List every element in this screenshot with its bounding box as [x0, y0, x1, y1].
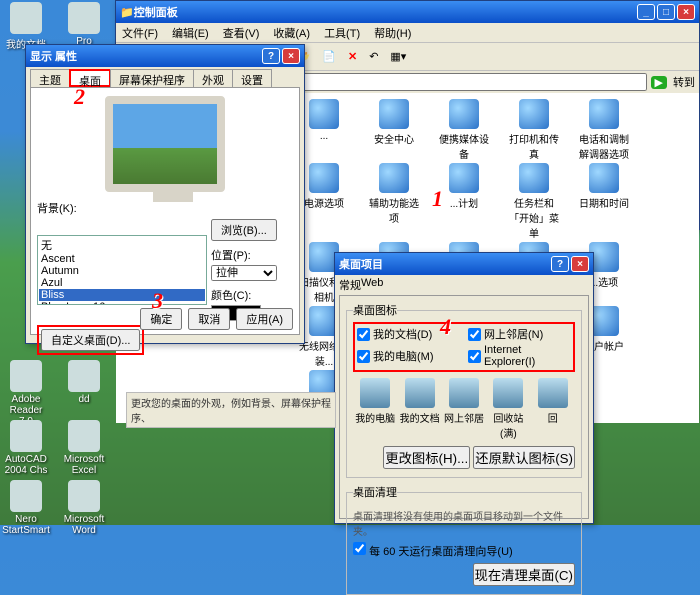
background-label: 背景(K): [37, 200, 293, 216]
cp-title: 控制面板 [134, 4, 635, 20]
icon-preview[interactable]: 我的文档 [400, 378, 440, 440]
undo-icon[interactable]: ↶ [365, 48, 382, 65]
display-properties-dialog: 显示 属性 ? × 主题 桌面 屏幕保护程序 外观 设置 背景(K): 无 As… [25, 44, 305, 344]
position-select[interactable]: 拉伸 [211, 265, 277, 281]
minimize-button[interactable]: _ [637, 4, 655, 20]
menu-file[interactable]: 文件(F) [122, 25, 158, 41]
close-button[interactable]: × [282, 48, 300, 64]
annotation-2: 2 [74, 84, 85, 110]
folder-icon: 📁 [120, 6, 134, 19]
delete-icon[interactable]: ✕ [344, 48, 361, 65]
icon-checkboxes: 我的文档(D) 网上邻居(N) 我的电脑(M) Internet Explore… [353, 322, 575, 372]
cp-item[interactable]: 安全中心 [366, 99, 422, 161]
icon-preview[interactable]: 网上邻居 [444, 378, 484, 440]
menu-edit[interactable]: 编辑(E) [172, 25, 209, 41]
cleanup-now-button[interactable]: 现在清理桌面(C) [473, 563, 575, 586]
position-label: 位置(P): [211, 247, 277, 263]
tab-settings[interactable]: 设置 [232, 69, 272, 87]
desk-icon[interactable]: dd [78, 394, 89, 405]
customize-desktop-button[interactable]: 自定义桌面(D)... [41, 329, 140, 351]
cp-item[interactable]: ...计划 [436, 163, 492, 240]
copy-icon[interactable]: 📄 [318, 48, 340, 65]
di-title: 桌面项目 [339, 256, 549, 272]
icon-preview[interactable]: 回 [533, 378, 573, 440]
help-button[interactable]: ? [551, 256, 569, 272]
chk-ie[interactable]: Internet Explorer(I) [468, 344, 571, 368]
menubar: 文件(F) 编辑(E) 查看(V) 收藏(A) 工具(T) 帮助(H) [116, 23, 699, 43]
desktop-icons-legend: 桌面图标 [353, 302, 397, 318]
cp-item[interactable]: 辅助功能选项 [366, 163, 422, 240]
cleanup-legend: 桌面清理 [353, 484, 397, 500]
desk-icon[interactable]: Nero StartSmart [2, 514, 50, 536]
desk-icon[interactable]: Microsoft Word [64, 514, 105, 536]
menu-tools[interactable]: 工具(T) [324, 25, 360, 41]
close-button[interactable]: × [571, 256, 589, 272]
views-icon[interactable]: ▦▾ [386, 48, 410, 65]
icon-preview[interactable]: 回收站(满) [488, 378, 528, 440]
desktop-items-dialog: 桌面项目 ? × 常规 Web 桌面图标 我的文档(D) 网上邻居(N) 我的电… [334, 252, 594, 524]
go-button[interactable]: ▶ [651, 76, 667, 89]
icon-preview[interactable]: 我的电脑 [355, 378, 395, 440]
maximize-button[interactable]: □ [657, 4, 675, 20]
restore-icon-button[interactable]: 还原默认图标(S) [473, 446, 575, 469]
cp-item[interactable]: 打印机和传真 [506, 99, 562, 161]
cp-item[interactable]: 便携媒体设备 [436, 99, 492, 161]
annotation-1: 1 [432, 186, 443, 212]
tab-web[interactable]: Web [361, 277, 383, 295]
menu-view[interactable]: 查看(V) [223, 25, 260, 41]
close-button[interactable]: × [677, 4, 695, 20]
icon-preview-row: 我的电脑 我的文档 网上邻居 回收站(满) 回 [353, 378, 575, 440]
tab-general[interactable]: 常规 [339, 277, 361, 295]
tab-theme[interactable]: 主题 [30, 69, 70, 87]
browse-button[interactable]: 浏览(B)... [211, 219, 277, 241]
tab-screensaver[interactable]: 屏幕保护程序 [110, 69, 194, 87]
cp-item[interactable]: 日期和时间 [576, 163, 632, 240]
chk-network[interactable]: 网上邻居(N) [468, 326, 571, 342]
dp-title: 显示 属性 [30, 48, 260, 64]
annotation-3: 3 [152, 288, 163, 314]
annotation-4: 4 [440, 314, 451, 340]
change-icon-button[interactable]: 更改图标(H)... [383, 446, 470, 469]
menu-fav[interactable]: 收藏(A) [273, 25, 310, 41]
monitor-preview [105, 96, 225, 192]
desk-icon[interactable]: Microsoft Excel [64, 454, 105, 476]
cp-item[interactable]: 任务栏和「开始」菜单 [506, 163, 562, 240]
cleanup-hint: 桌面清理将没有使用的桌面项目移动到一个文件夹。 [353, 508, 575, 538]
color-label: 颜色(C): [211, 287, 277, 303]
background-list[interactable]: 无 Ascent Autumn Azul Bliss Blue Lace 16 [37, 235, 207, 305]
apply-button[interactable]: 应用(A) [236, 308, 293, 330]
help-button[interactable]: ? [262, 48, 280, 64]
cancel-button[interactable]: 取消 [188, 308, 230, 330]
cleanup-checkbox[interactable]: 每 60 天运行桌面清理向导(U) [353, 546, 513, 558]
tab-appearance[interactable]: 外观 [193, 69, 233, 87]
status-bar: 更改您的桌面的外观，例如背景、屏幕保护程序、 [126, 392, 336, 428]
chk-mycomputer[interactable]: 我的电脑(M) [357, 344, 460, 368]
desk-icon[interactable]: AutoCAD 2004 Chs [5, 454, 48, 476]
cp-item[interactable]: 电话和调制解调器选项 [576, 99, 632, 161]
menu-help[interactable]: 帮助(H) [374, 25, 411, 41]
